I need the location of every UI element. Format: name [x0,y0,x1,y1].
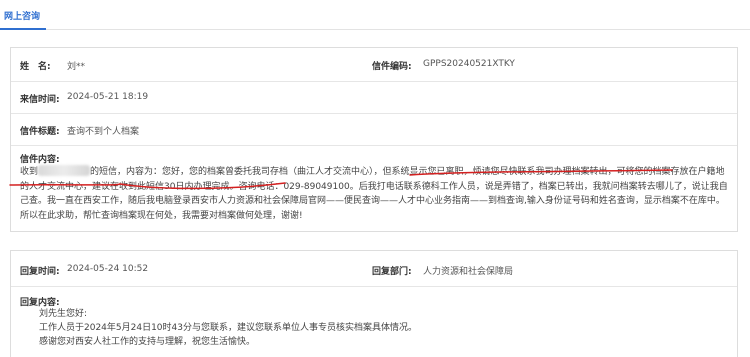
letter-title-label: 信件标题: [20,127,60,137]
letter-title-row: 信件标题: 查询不到个人档案 [11,114,737,146]
letter-code-value: GPPS20240521XTKY [423,59,515,69]
redacted-sender [38,165,91,176]
name-value: 刘** [67,62,86,72]
letter-title-value: 查询不到个人档案 [67,127,140,137]
reply-dept-label: 回复部门: [372,267,412,277]
letter-code-label: 信件编码: [372,62,412,72]
reply-content: 刘先生您好: 工作人员于2024年5月24日10时43分与您联系，建议您联系单位… [39,307,417,349]
letter-card: 姓 名: 刘** 信件编码: GPPS20240521XTKY 来信时间: 20… [10,47,738,232]
letter-content-prefix: 收到 [20,167,39,177]
reply-header-row: 回复时间: 2024-05-24 10:52 回复部门: 人力资源和社会保障局 [11,251,737,287]
letter-header-row: 姓 名: 刘** 信件编码: GPPS20240521XTKY [11,48,737,82]
reply-card: 回复时间: 2024-05-24 10:52 回复部门: 人力资源和社会保障局 … [10,250,738,357]
reply-time-label: 回复时间: [20,267,60,277]
tab-online-consult[interactable]: 网上咨询 [4,9,40,22]
letter-time-value: 2024-05-21 18:19 [67,92,149,102]
tab-bar: 网上咨询 [0,0,750,30]
letter-time-label: 来信时间: [20,95,60,105]
letter-content-label: 信件内容: [20,155,60,165]
letter-content-body: 的短信，内容为：您好，您的档案曾委托我司存档（曲江人才交流中心），但系统显示您已… [20,167,728,221]
reply-line: 感谢您对西安人社工作的支持与理解，祝您生活愉快。 [39,337,256,347]
reply-line: 工作人员于2024年5月24日10时43分与您联系，建议您联系单位人事专员核实档… [39,323,417,333]
reply-dept-value: 人力资源和社会保障局 [423,267,514,277]
reply-time-value: 2024-05-24 10:52 [67,264,149,274]
letter-content: 收到 的短信，内容为：您好，您的档案曾委托我司存档（曲江人才交流中心），但系统显示… [20,165,730,223]
reply-line: 刘先生您好: [39,309,88,319]
letter-time-row: 来信时间: 2024-05-21 18:19 [11,82,737,114]
active-tab-indicator [0,28,46,30]
name-label: 姓 名: [20,62,51,72]
